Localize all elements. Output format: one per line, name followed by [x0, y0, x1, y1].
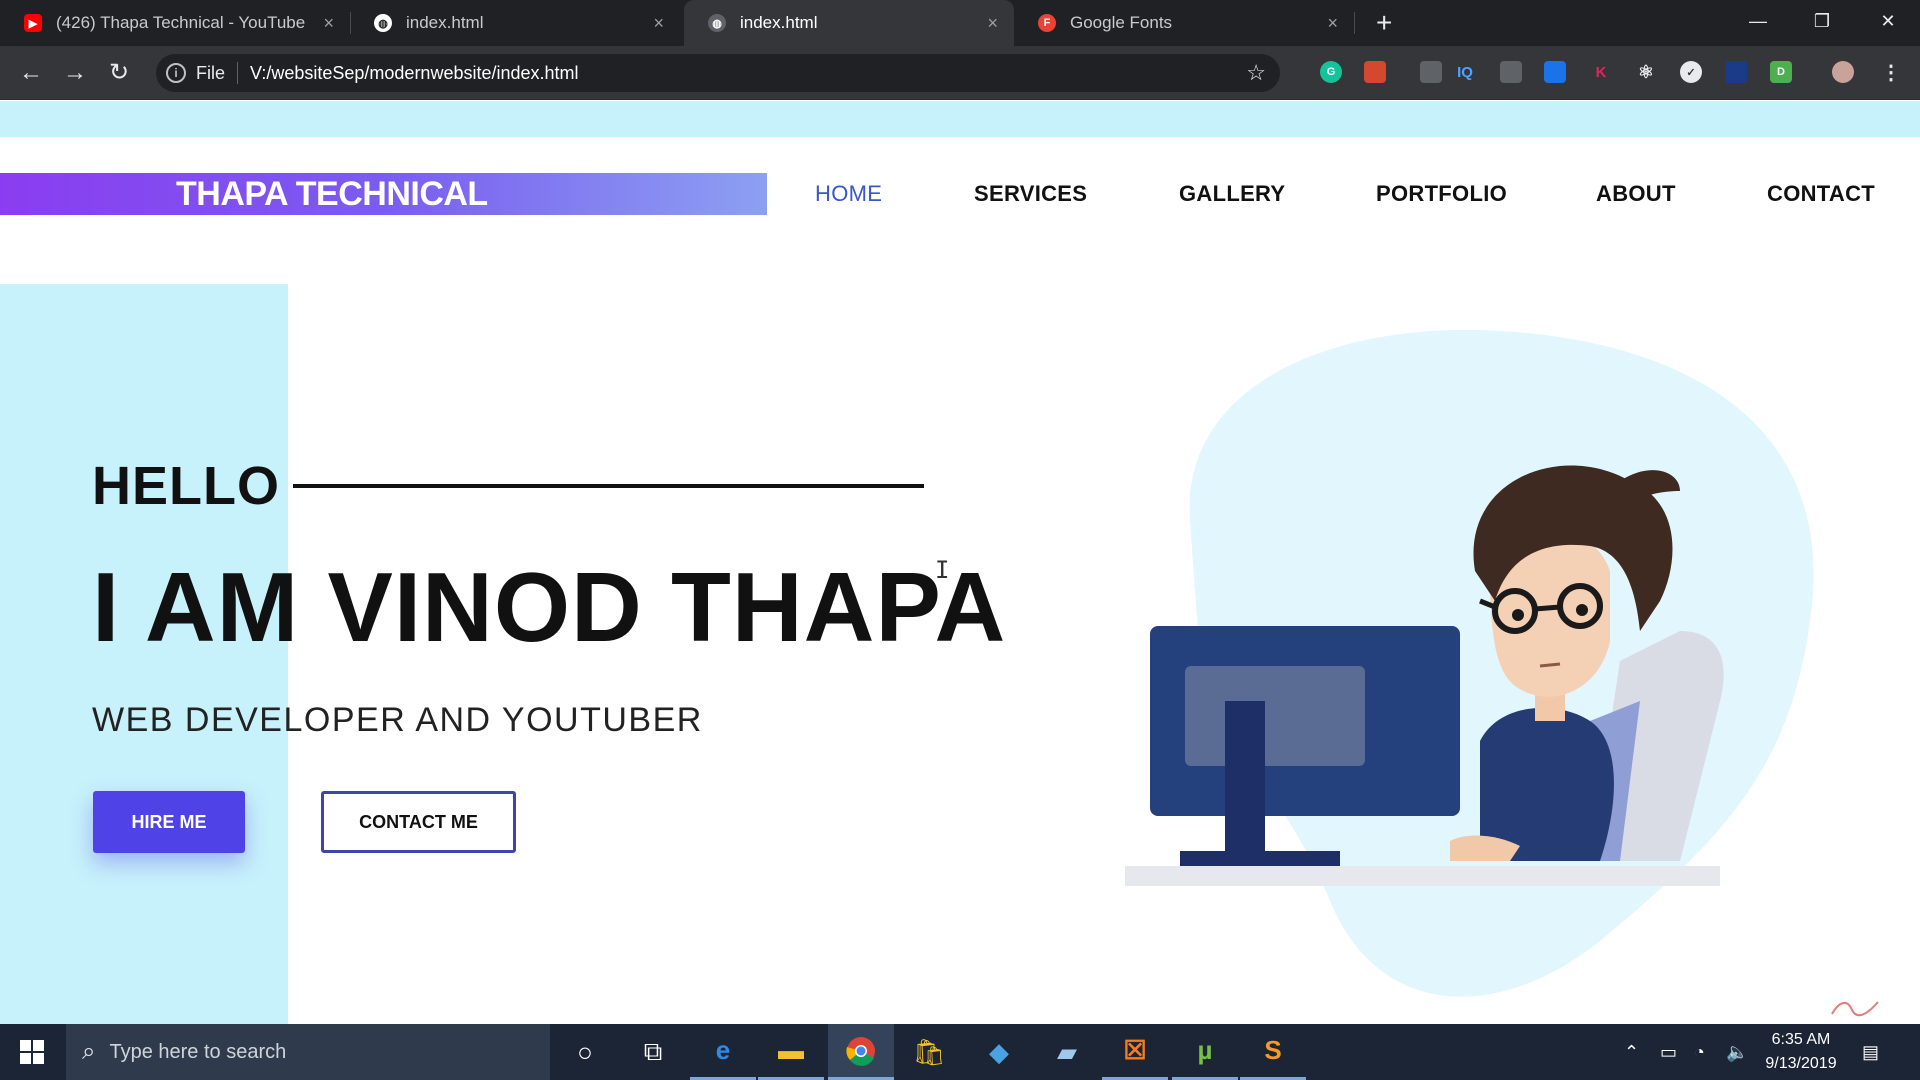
top-accent-band: [0, 101, 1920, 137]
browser-tab-strip: ▶ (426) Thapa Technical - YouTube × ◍ in…: [0, 0, 1920, 46]
forward-icon[interactable]: →: [60, 58, 90, 88]
app-icon[interactable]: ◆: [966, 1024, 1032, 1080]
nav-gallery[interactable]: GALLERY: [1179, 181, 1285, 207]
close-tab-icon[interactable]: ×: [323, 13, 334, 34]
close-tab-icon[interactable]: ×: [653, 13, 664, 34]
battery-icon[interactable]: ▭: [1660, 1024, 1677, 1080]
brand-logo[interactable]: THAPA TECHNICAL: [0, 173, 767, 215]
volume-icon[interactable]: 🔈: [1726, 1024, 1748, 1080]
notification-icon[interactable]: ▤: [1862, 1024, 1879, 1080]
taskbar-clock[interactable]: 6:35 AM 9/13/2019: [1756, 1028, 1846, 1076]
hero-divider-line: [293, 484, 924, 488]
cortana-icon[interactable]: ○: [552, 1024, 618, 1080]
tab-title: index.html: [740, 13, 818, 32]
menu-kebab-icon[interactable]: ⋮: [1880, 61, 1902, 84]
nav-services[interactable]: SERVICES: [974, 181, 1087, 207]
square-extension-icon[interactable]: [1725, 61, 1747, 83]
check-extension-icon[interactable]: ✓: [1680, 61, 1702, 83]
iq-extension-icon[interactable]: IQ: [1454, 61, 1476, 83]
text-cursor-icon: I: [935, 556, 950, 584]
youtube-icon: ▶: [24, 14, 42, 32]
tab-index-active[interactable]: ◍ index.html ×: [684, 0, 1014, 46]
store-icon[interactable]: 🛍: [896, 1024, 962, 1080]
scheme-label: File: [196, 62, 226, 83]
sublime-icon[interactable]: S: [1240, 1024, 1306, 1080]
address-separator: [237, 62, 239, 84]
tab-title: index.html: [406, 13, 484, 32]
star-icon[interactable]: ☆: [1246, 60, 1266, 86]
taskbar-search-input[interactable]: ⌕ Type here to search: [66, 1024, 550, 1080]
bookmark-extension-icon[interactable]: [1364, 61, 1386, 83]
grammarly-extension-icon[interactable]: G: [1320, 61, 1342, 83]
clock-date: 9/13/2019: [1765, 1055, 1837, 1072]
profile-avatar[interactable]: [1832, 61, 1854, 83]
k-extension-icon[interactable]: K: [1590, 61, 1612, 83]
google-fonts-icon: F: [1038, 14, 1056, 32]
tab-index-1[interactable]: ◍ index.html ×: [350, 0, 680, 46]
new-extension-icon[interactable]: [1544, 61, 1566, 83]
new-tab-button[interactable]: +: [1376, 8, 1392, 38]
tab-youtube[interactable]: ▶ (426) Thapa Technical - YouTube ×: [0, 0, 350, 46]
nav-home[interactable]: HOME: [815, 181, 882, 207]
hero-name: I AM VINOD THAPA: [92, 552, 1007, 662]
hero-hello: HELLO: [92, 456, 280, 516]
utorrent-icon[interactable]: µ: [1172, 1024, 1238, 1080]
tab-title: Google Fonts: [1070, 13, 1173, 32]
windows-taskbar: ⌕ Type here to search ○ ⧉ e ▬ 🛍 ◆ ▰ ☒ µ …: [0, 1024, 1920, 1080]
globe-icon: ◍: [374, 14, 392, 32]
hire-me-button[interactable]: HIRE ME: [93, 791, 245, 853]
counter-extension-icon[interactable]: [1500, 61, 1522, 83]
file-explorer-icon[interactable]: ▬: [758, 1024, 824, 1080]
tray-chevron-icon[interactable]: ⌃: [1624, 1024, 1639, 1080]
contact-me-button[interactable]: CONTACT ME: [321, 791, 516, 853]
site-info-icon[interactable]: i: [166, 63, 186, 83]
d-extension-icon[interactable]: D: [1770, 61, 1792, 83]
developer-illustration: [1125, 329, 1814, 997]
wifi-icon[interactable]: ◔: [1694, 1024, 1705, 1080]
page-viewport: THAPA TECHNICAL HOME SERVICES GALLERY PO…: [0, 101, 1920, 1024]
edge-icon[interactable]: e: [690, 1024, 756, 1080]
nav-portfolio[interactable]: PORTFOLIO: [1376, 181, 1507, 207]
close-tab-icon[interactable]: ×: [1327, 13, 1338, 34]
notes-icon[interactable]: ▰: [1034, 1024, 1100, 1080]
back-icon[interactable]: ←: [16, 58, 46, 88]
address-bar[interactable]: i File V:/websiteSep/modernwebsite/index…: [156, 54, 1280, 92]
minimize-icon[interactable]: —: [1732, 0, 1784, 42]
restore-icon[interactable]: ❐: [1796, 0, 1848, 42]
search-placeholder: Type here to search: [109, 1040, 287, 1063]
reload-icon[interactable]: ↻: [104, 58, 134, 88]
window-close-icon[interactable]: ✕: [1862, 0, 1914, 42]
channel-watermark-logo: [1826, 996, 1884, 1026]
chrome-icon[interactable]: [828, 1024, 894, 1080]
tab-google-fonts[interactable]: F Google Fonts ×: [1014, 0, 1354, 46]
nav-contact[interactable]: CONTACT: [1767, 181, 1875, 207]
nav-about[interactable]: ABOUT: [1596, 181, 1676, 207]
windows-start-icon[interactable]: [0, 1024, 64, 1080]
xampp-icon[interactable]: ☒: [1102, 1024, 1168, 1080]
url-text[interactable]: V:/websiteSep/modernwebsite/index.html: [250, 63, 579, 84]
close-tab-icon[interactable]: ×: [987, 13, 998, 34]
clock-time: 6:35 AM: [1771, 1031, 1831, 1048]
globe-icon: ◍: [708, 14, 726, 32]
extension-icon[interactable]: [1420, 61, 1442, 83]
search-icon: ⌕: [82, 1038, 96, 1065]
hero-role: WEB DEVELOPER AND YOUTUBER: [92, 701, 703, 739]
tab-title: (426) Thapa Technical - YouTube: [56, 13, 306, 32]
task-view-icon[interactable]: ⧉: [620, 1024, 686, 1080]
browser-toolbar: ← → ↻ i File V:/websiteSep/modernwebsite…: [0, 46, 1920, 100]
tab-separator: [1354, 12, 1355, 34]
react-extension-icon[interactable]: ⚛: [1635, 61, 1657, 83]
